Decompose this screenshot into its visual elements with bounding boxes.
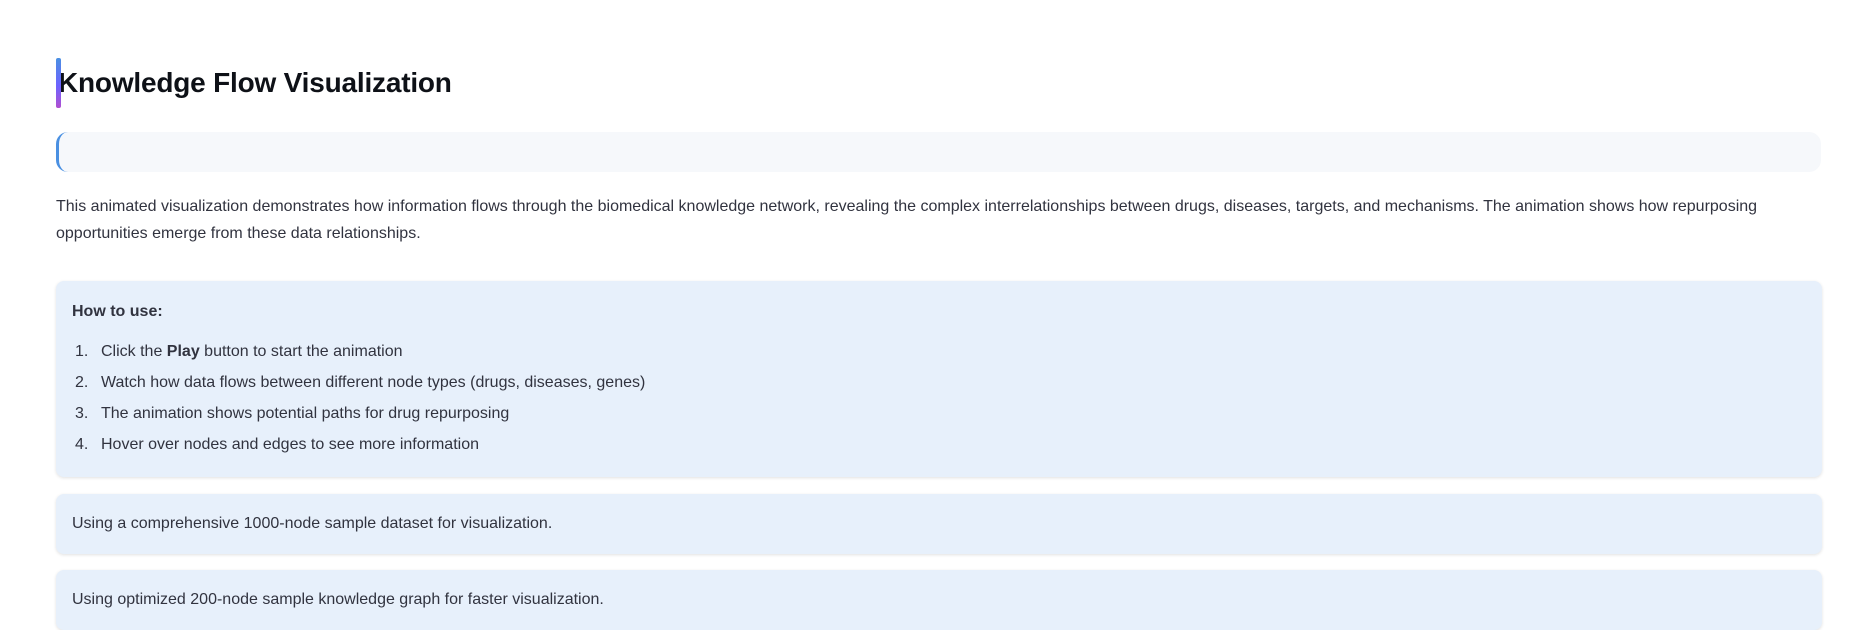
- page-title: Knowledge Flow Visualization: [58, 67, 452, 98]
- list-item: 3. The animation shows potential paths f…: [72, 402, 1806, 426]
- how-to-use-heading: How to use:: [72, 303, 163, 320]
- list-item: 2. Watch how data flows between differen…: [72, 371, 1806, 395]
- dataset-1000-info-message: Using a comprehensive 1000-node sample d…: [56, 494, 1822, 554]
- play-keyword: Play: [166, 343, 200, 360]
- empty-callout-box: [56, 132, 1821, 172]
- list-item-text: The animation shows potential paths for …: [101, 405, 510, 422]
- page-header: Knowledge Flow Visualization: [56, 58, 452, 108]
- list-item-number: 2.: [75, 374, 89, 391]
- list-item-number: 1.: [75, 343, 89, 360]
- how-to-use-info-box: How to use: 1. Click the Play button to …: [56, 281, 1822, 477]
- list-item-text: Hover over nodes and edges to see more i…: [101, 436, 479, 453]
- list-item-number: 3.: [75, 405, 89, 422]
- page-description: This animated visualization demonstrates…: [56, 198, 1758, 242]
- dataset-200-info-message: Using optimized 200-node sample knowledg…: [56, 570, 1822, 630]
- list-item: 4. Hover over nodes and edges to see mor…: [72, 433, 1806, 457]
- list-item: 1. Click the Play button to start the an…: [72, 340, 1806, 364]
- list-item-text: Watch how data flows between different n…: [101, 374, 646, 391]
- list-item-number: 4.: [75, 436, 89, 453]
- list-item-text: Click the Play button to start the anima…: [101, 343, 403, 360]
- title-accent-bar: [56, 58, 61, 108]
- how-to-use-list: 1. Click the Play button to start the an…: [72, 340, 1806, 457]
